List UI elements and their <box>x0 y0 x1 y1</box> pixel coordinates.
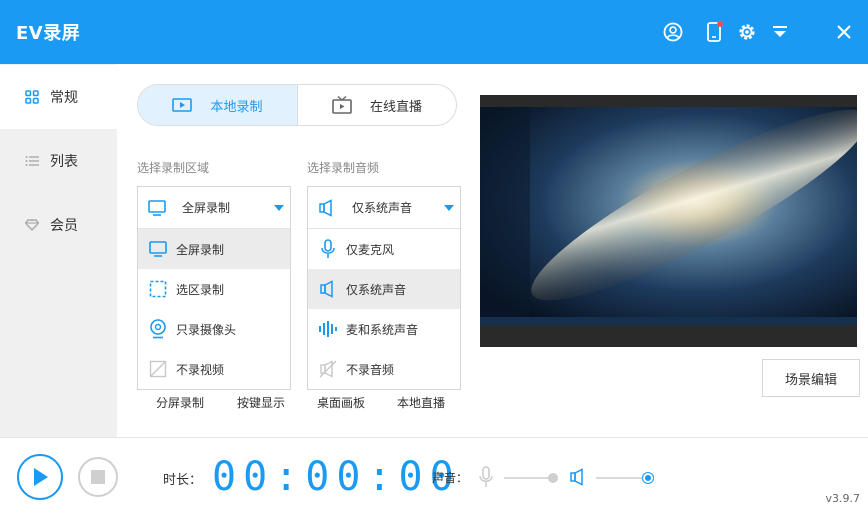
option-label: 选区录制 <box>176 282 225 297</box>
sidebar-item-label: 列表 <box>50 154 78 170</box>
app-title: EV录屏 <box>16 23 81 44</box>
phone-icon[interactable] <box>702 20 726 44</box>
microphone-icon <box>318 239 338 259</box>
sidebar: 常规 列表 会员 <box>0 64 118 437</box>
speaker-icon[interactable] <box>569 468 587 490</box>
system-volume-slider[interactable] <box>596 473 653 483</box>
record-audio-dropdown: 仅系统声音 仅麦克风 仅系统声音 麦和系统声音 不录音频 <box>307 186 461 390</box>
scene-edit-button[interactable]: 场景编辑 <box>762 359 860 397</box>
tab-label: 本地录制 <box>210 99 263 115</box>
option-label: 不录音频 <box>346 362 395 377</box>
record-area-dropdown: 全屏录制 全屏录制 选区录制 只录摄像头 不录视频 <box>137 186 291 390</box>
option-label: 不录视频 <box>176 362 225 377</box>
microphone-icon[interactable] <box>478 466 494 492</box>
record-timer: 00:00:00 <box>212 454 461 500</box>
tab-live-stream[interactable]: 在线直播 <box>297 85 456 125</box>
no-audio-icon <box>318 360 338 378</box>
audio-option-mic-and-system[interactable]: 麦和系统声音 <box>308 309 460 349</box>
start-record-button[interactable] <box>17 454 63 500</box>
stop-record-button[interactable] <box>78 457 118 497</box>
chevron-down-icon[interactable] <box>274 205 284 211</box>
no-video-icon <box>148 360 168 378</box>
area-option-selection[interactable]: 选区录制 <box>138 269 290 309</box>
mic-volume-slider[interactable] <box>504 473 559 483</box>
record-area-select[interactable]: 全屏录制 <box>138 187 290 229</box>
record-audio-selected: 仅系统声音 <box>352 201 413 215</box>
audio-section-label: 选择录制音频 <box>307 161 380 175</box>
sidebar-item-label: 会员 <box>50 218 78 234</box>
audio-option-no-audio[interactable]: 不录音频 <box>308 349 460 389</box>
area-option-no-video[interactable]: 不录视频 <box>138 349 290 389</box>
split-screen-record-link[interactable]: 分屏录制 <box>156 394 204 411</box>
option-label: 麦和系统声音 <box>346 322 419 337</box>
area-section-label: 选择录制区域 <box>137 161 210 175</box>
dropdown-menu-icon[interactable] <box>768 20 792 44</box>
local-live-link[interactable]: 本地直播 <box>397 394 445 411</box>
sidebar-item-vip[interactable]: 会员 <box>0 193 117 257</box>
option-label: 只录摄像头 <box>176 322 237 337</box>
grid-icon <box>24 89 40 105</box>
version-label: v3.9.7 <box>825 492 861 505</box>
desktop-whiteboard-link[interactable]: 桌面画板 <box>317 394 365 411</box>
stop-icon <box>91 470 105 484</box>
monitor-icon <box>148 241 168 257</box>
play-icon <box>34 468 48 486</box>
sidebar-item-list[interactable]: 列表 <box>0 129 117 193</box>
list-icon <box>24 153 40 169</box>
audio-option-mic-only[interactable]: 仅麦克风 <box>308 229 460 269</box>
speaker-icon <box>318 198 340 217</box>
tab-label: 在线直播 <box>369 99 422 115</box>
sidebar-item-label: 常规 <box>50 90 78 106</box>
chevron-down-icon[interactable] <box>444 205 454 211</box>
speaker-icon <box>318 280 338 298</box>
option-label: 全屏录制 <box>176 242 225 257</box>
duration-label: 时长： <box>163 473 203 488</box>
camera-icon <box>172 97 193 113</box>
record-audio-select[interactable]: 仅系统声音 <box>308 187 460 229</box>
area-option-webcam[interactable]: 只录摄像头 <box>138 309 290 349</box>
area-option-fullscreen[interactable]: 全屏录制 <box>138 229 290 269</box>
monitor-icon <box>148 199 170 216</box>
title-bar: EV录屏 <box>0 0 868 64</box>
sound-wave-icon <box>318 320 338 338</box>
tv-icon <box>332 96 352 114</box>
close-icon[interactable] <box>832 20 856 44</box>
diamond-icon <box>24 217 40 233</box>
audio-option-system-only[interactable]: 仅系统声音 <box>308 269 460 309</box>
option-label: 仅麦克风 <box>346 242 395 257</box>
option-label: 仅系统声音 <box>346 282 407 297</box>
sound-label: 声音： <box>432 471 469 485</box>
settings-gear-icon[interactable] <box>735 20 759 44</box>
mode-tabs: 本地录制 在线直播 <box>137 84 457 126</box>
record-area-selected: 全屏录制 <box>182 201 231 215</box>
sidebar-item-general[interactable]: 常规 <box>0 65 118 129</box>
tab-local-record[interactable]: 本地录制 <box>138 85 297 125</box>
system-volume-knob[interactable] <box>643 473 653 483</box>
webcam-icon <box>148 319 168 339</box>
screen-preview <box>480 95 857 347</box>
user-icon[interactable] <box>661 20 685 44</box>
key-display-link[interactable]: 按键显示 <box>237 394 285 411</box>
selection-icon <box>148 280 168 298</box>
